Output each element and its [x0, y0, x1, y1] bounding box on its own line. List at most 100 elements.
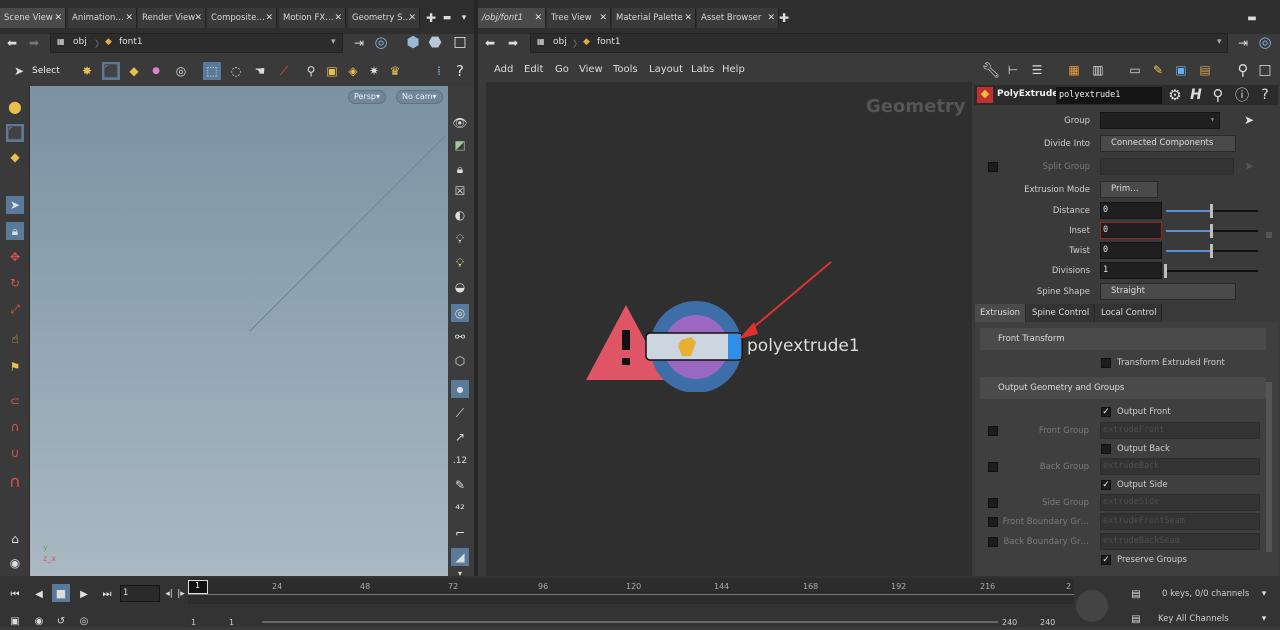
select-tool-icon[interactable]: ➤	[6, 196, 24, 214]
node-name-field[interactable]: polyextrude1	[1056, 87, 1162, 104]
help-icon[interactable]: ?	[1256, 86, 1274, 104]
tab-asset-browser[interactable]: Asset Browser ✕	[697, 8, 779, 28]
snap-tool-icon[interactable]: ∩	[6, 418, 24, 436]
range-start-field[interactable]: 1	[191, 618, 196, 627]
snap-grid-icon[interactable]: ∪	[6, 444, 24, 462]
scrollbar[interactable]	[1266, 382, 1272, 552]
settings-icon[interactable]: ◎	[75, 612, 93, 630]
magnet-tool-icon[interactable]: ⊂	[6, 392, 24, 410]
eye-icon[interactable]: 👁︎	[451, 114, 469, 132]
realtime-icon[interactable]: ▣	[6, 612, 24, 630]
paint-icon[interactable]: ✎	[451, 476, 469, 494]
point-display-icon[interactable]: ●	[451, 380, 469, 398]
maximize-icon[interactable]: □	[1256, 61, 1274, 79]
menu-help[interactable]: Help	[722, 64, 745, 75]
network-editor[interactable]: Geometry polyextrude1	[486, 82, 972, 576]
breadcrumb-obj[interactable]: obj	[73, 37, 87, 47]
tab-menu-icon[interactable]: ▬	[438, 9, 456, 27]
breadcrumb-font1[interactable]: font1	[119, 37, 143, 47]
select-vertices-icon[interactable]: ●	[147, 62, 165, 80]
back-boundary-toggle[interactable]	[988, 537, 998, 547]
transform-extruded-front-toggle[interactable]	[1101, 358, 1111, 368]
audio-icon[interactable]: ◉	[30, 612, 48, 630]
pane-divider[interactable]	[474, 0, 478, 576]
wire-icon[interactable]: ⚯	[451, 328, 469, 346]
breadcrumb-font1[interactable]: font1	[597, 37, 621, 47]
select-edges-icon[interactable]: ◆	[125, 62, 143, 80]
timeline-track[interactable]: 1 24 48 72 96 120 144 168 192 216 2	[188, 578, 1074, 604]
select-tool-label[interactable]: Select	[32, 66, 60, 76]
front-transform-section[interactable]: Front Transform	[980, 328, 1266, 350]
headlight-icon[interactable]: 💡︎	[451, 230, 469, 248]
rotate-tool-icon[interactable]: ↻	[6, 274, 24, 292]
grid-color-icon[interactable]: ▦	[1065, 61, 1083, 79]
close-icon[interactable]: ✕	[54, 8, 62, 28]
channels-icon[interactable]: ▤	[1127, 585, 1145, 603]
window-icon[interactable]: ▭	[1126, 61, 1144, 79]
front-group-toggle[interactable]	[988, 426, 998, 436]
persp-camera-menu[interactable]: Persp▾	[348, 90, 387, 104]
tab-menu-icon[interactable]: ▬	[1243, 9, 1261, 27]
range-start-field-2[interactable]: 1	[229, 618, 234, 627]
scrollbar-handle[interactable]	[1266, 232, 1272, 238]
front-boundary-field[interactable]: extrudeFrontSeam	[1100, 513, 1260, 530]
key-icon[interactable]	[1076, 590, 1108, 622]
left-path-bar[interactable]: ▦ obj 〉 ◆ font1 ▾	[50, 33, 343, 53]
ruler-icon[interactable]: ⌐	[451, 524, 469, 542]
chevron-down-icon[interactable]: ▾	[1255, 610, 1273, 628]
camera-tool-icon[interactable]: ◉	[6, 554, 24, 572]
back-group-field[interactable]: extrudeBack	[1100, 458, 1260, 475]
shadow-icon[interactable]: ◒	[451, 278, 469, 296]
close-icon[interactable]: ✕	[534, 8, 542, 28]
divisions-field[interactable]: 1	[1100, 262, 1162, 279]
menu-view[interactable]: View	[579, 64, 603, 75]
tab-geometry-spreadsheet[interactable]: Geometry S… ✕	[348, 8, 420, 28]
menu-go[interactable]: Go	[555, 64, 569, 75]
link-icon[interactable]: ◎	[372, 33, 390, 51]
lock-icon[interactable]: 🔒︎	[6, 222, 24, 240]
distance-field[interactable]: 0	[1100, 202, 1162, 219]
play-backward-icon[interactable]: ◀	[30, 585, 48, 603]
numbers-icon[interactable]: .12	[451, 452, 469, 470]
select-points-icon[interactable]: ✸	[78, 62, 96, 80]
select-connected-icon[interactable]: ◈	[344, 62, 362, 80]
list-icon[interactable]: ☰	[1028, 61, 1046, 79]
tab-motion-fx[interactable]: Motion FX… ✕	[279, 8, 346, 28]
select-primitives-icon[interactable]: ⬛	[102, 62, 120, 80]
breadcrumb-obj[interactable]: obj	[553, 37, 567, 47]
menu-tools[interactable]: Tools	[613, 64, 638, 75]
home-icon[interactable]: ◐	[451, 206, 469, 224]
range-end-field[interactable]: 240	[1002, 618, 1017, 627]
select-visible-icon[interactable]: ⚲	[302, 62, 320, 80]
current-frame-field[interactable]: 1	[120, 585, 160, 602]
shading-icon[interactable]: ◎	[451, 304, 469, 322]
magnet-icon[interactable]: ∩	[6, 472, 24, 491]
vertex-numbers-icon[interactable]: ⁴²	[451, 500, 469, 518]
pose-tool-icon[interactable]: ☝	[6, 330, 24, 348]
stop-icon[interactable]: ■	[52, 584, 70, 602]
output-side-toggle[interactable]: ✓	[1101, 480, 1111, 490]
scene-viewport[interactable]: Persp▾ No cam▾ y z_x	[30, 86, 448, 576]
close-icon[interactable]: ✕	[334, 8, 342, 28]
display-icon[interactable]: ◩	[451, 136, 469, 154]
geo-display-icon[interactable]: ⬡	[451, 352, 469, 370]
light-icon[interactable]: 💡︎	[451, 254, 469, 272]
chevron-down-icon[interactable]: ▾	[331, 37, 336, 47]
tab-network-editor[interactable]: /obj/font1 ✕	[478, 8, 546, 28]
menu-layout[interactable]: Layout	[649, 64, 683, 75]
close-icon[interactable]: ✕	[767, 8, 775, 28]
help-icon[interactable]: ?	[451, 62, 469, 80]
add-tab-icon[interactable]: ✚	[775, 9, 793, 27]
tab-tree-view[interactable]: Tree View ✕	[547, 8, 611, 28]
output-back-toggle[interactable]	[1101, 444, 1111, 454]
select-arrow-icon[interactable]: ➤	[10, 62, 28, 80]
menu-labs[interactable]: Labs	[691, 64, 714, 75]
back-boundary-field[interactable]: extrudeBackSeam	[1100, 533, 1260, 550]
divide-into-dropdown[interactable]: Connected Components	[1100, 135, 1236, 152]
pivot-icon[interactable]: ♛	[386, 62, 404, 80]
info-icon[interactable]: ⓘ	[1233, 86, 1251, 104]
forward-arrow-icon[interactable]: ➡	[25, 34, 43, 52]
chevron-down-icon[interactable]: ▾	[1210, 113, 1215, 128]
select-arrow-icon[interactable]: ➤	[1240, 111, 1258, 129]
back-arrow-icon[interactable]: ⬅	[3, 34, 21, 52]
